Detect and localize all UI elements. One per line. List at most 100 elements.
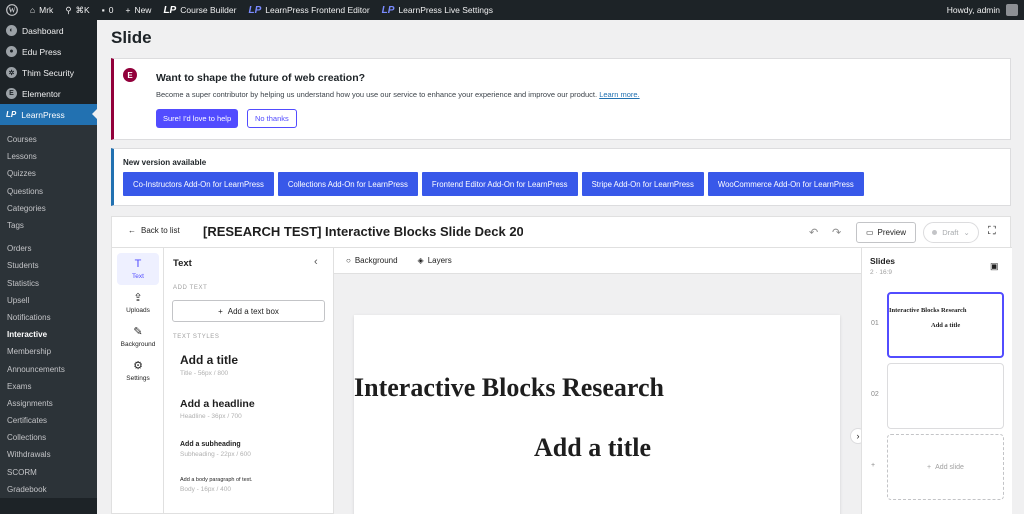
addon-woocommerce-button[interactable]: WooCommerce Add-On for LearnPress [707,172,864,196]
slide-thumbnail-1[interactable]: Interactive Blocks Research Add a title [887,292,1004,358]
admin-bar: W ⌂ Mrk ⚲ ⌘K ▪ 0 + New LP Course Builder… [0,0,1024,20]
page-title: Slide [111,28,152,47]
circle-icon: ○ [346,256,351,265]
canvas-area: ○ Background ◈ Layers Interactive Blocks… [334,248,866,514]
no-thanks-button[interactable]: No thanks [247,109,297,128]
course-builder-link[interactable]: LP Course Builder [157,0,242,20]
slide-number: + [871,462,876,469]
gear-icon: ✲ [6,67,17,78]
submenu-item-students[interactable]: Students [0,257,97,274]
sidebar-item-thim-security[interactable]: ✲ Thim Security [0,62,97,83]
sidebar-item-learnpress[interactable]: LP LearnPress [0,104,97,125]
addon-collections-button[interactable]: Collections Add-On for LearnPress [277,172,418,196]
slide-canvas[interactable]: Interactive Blocks Research Add a title [354,315,840,514]
sidebar-item-dashboard[interactable]: ◐ Dashboard [0,20,97,41]
slide-thumbnail-2[interactable] [887,363,1004,429]
submenu-item-statistics[interactable]: Statistics [0,275,97,292]
tool-text[interactable]: T Text [117,253,159,285]
style-headline[interactable]: Add a headline [180,398,255,410]
main-content: Slide E Want to shape the future of web … [97,20,1024,514]
submenu-item-quizzes[interactable]: Quizzes [0,165,97,182]
addon-stripe-button[interactable]: Stripe Add-On for LearnPress [581,172,704,196]
account-menu[interactable]: Howdy, admin [947,4,1024,16]
preview-button[interactable]: ▭ Preview [856,222,916,243]
submenu-item-withdrawals[interactable]: Withdrawals [0,446,97,463]
submenu-item-scorm[interactable]: SCORM [0,464,97,481]
submenu-item-courses[interactable]: Courses [0,131,97,148]
document-title[interactable]: [RESEARCH TEST] Interactive Blocks Slide… [203,224,523,239]
layers-button[interactable]: ◈ Layers [418,256,452,265]
style-title[interactable]: Add a title [180,353,238,367]
learnpress-logo-icon: LP [163,4,177,16]
style-meta: Headline - 36px / 700 [180,413,242,420]
redo-icon[interactable]: ↷ [832,226,841,239]
style-meta: Subheading - 22px / 600 [180,451,251,458]
upload-icon: ⇪ [133,291,143,304]
tool-background[interactable]: ✎ Background [117,321,159,353]
submenu-item-orders[interactable]: Orders [0,240,97,257]
submenu-item-upsell[interactable]: Upsell [0,292,97,309]
submenu-item-categories[interactable]: Categories [0,200,97,217]
style-subheading[interactable]: Add a subheading [180,441,241,448]
submenu-item-tags[interactable]: Tags [0,217,97,234]
live-settings-link[interactable]: LP LearnPress Live Settings [376,0,499,20]
back-to-list-button[interactable]: ← Back to list [128,226,180,235]
background-button[interactable]: ○ Background [346,256,398,265]
plus-icon: + [218,306,223,316]
slides-panel-toggle-icon[interactable]: ▣ [990,261,999,272]
comment-icon: ▪ [101,5,105,15]
sure-help-button[interactable]: Sure! I'd love to help [156,109,239,128]
tool-uploads[interactable]: ⇪ Uploads [117,287,159,319]
comments-link[interactable]: ▪ 0 [96,0,120,20]
slides-panel: Slides 2 · 16:9 ▣ 01 Interactive Blocks … [861,248,1012,514]
collapse-panel-icon[interactable]: ‹ [314,256,318,268]
command-palette-button[interactable]: ⚲ ⌘K [59,0,95,20]
add-slide-button[interactable]: + Add slide [887,434,1004,500]
style-body[interactable]: Add a body paragraph of text. [180,477,252,483]
learnpress-logo-icon: LP [248,4,262,16]
submenu-item-exams[interactable]: Exams [0,378,97,395]
slide-number: 01 [871,320,879,327]
learnpress-logo-icon: LP [6,110,17,119]
addon-frontend-editor-button[interactable]: Frontend Editor Add-On for LearnPress [421,172,578,196]
frontend-editor-link[interactable]: LP LearnPress Frontend Editor [242,0,375,20]
tool-rail: T Text ⇪ Uploads ✎ Background ⚙ Settings [112,248,164,514]
submenu-item-collections[interactable]: Collections [0,429,97,446]
addon-co-instructors-button[interactable]: Co-Instructors Add-On for LearnPress [123,172,274,196]
paint-icon: ✎ [133,325,143,338]
thumb-heading: Interactive Blocks Research [889,307,967,314]
new-content-menu[interactable]: + New [119,0,157,20]
learn-more-link[interactable]: Learn more. [599,90,639,99]
submenu-item-membership[interactable]: Membership [0,343,97,360]
admin-sidebar: ◐ Dashboard ● Edu Press ✲ Thim Security … [0,20,97,514]
wordpress-logo-icon[interactable]: W [0,0,24,20]
site-link[interactable]: ⌂ Mrk [24,0,59,20]
submenu-item-questions[interactable]: Questions [0,183,97,200]
submenu-item-certificates[interactable]: Certificates [0,412,97,429]
add-text-box-button[interactable]: + Add a text box [172,300,325,322]
fullscreen-icon[interactable]: ⛶ [988,225,996,238]
tool-settings[interactable]: ⚙ Settings [117,355,159,387]
slide-heading[interactable]: Interactive Blocks Research [354,373,664,403]
slides-meta: 2 · 16:9 [870,269,893,276]
submenu-item-assignments[interactable]: Assignments [0,395,97,412]
canvas-toolbar: ○ Background ◈ Layers [334,248,861,274]
arrow-left-icon: ← [128,226,136,235]
style-meta: Body - 16px / 400 [180,486,231,493]
submenu-item-announcements[interactable]: Announcements [0,360,97,377]
svg-text:W: W [9,7,16,15]
submenu-item-interactive[interactable]: Interactive [0,326,97,343]
sidebar-item-elementor[interactable]: E Elementor [0,83,97,104]
slide-title[interactable]: Add a title [534,433,651,463]
status-dropdown[interactable]: Draft ⌄ [923,222,979,243]
sidebar-item-edu-press[interactable]: ● Edu Press [0,41,97,62]
edu-press-icon: ● [6,46,17,57]
slide-number: 02 [871,391,879,398]
submenu-item-gradebook[interactable]: Gradebook [0,481,97,498]
undo-icon[interactable]: ↶ [809,226,818,239]
text-panel: Text ‹ ADD TEXT + Add a text box TEXT ST… [164,248,334,514]
submenu-item-lessons[interactable]: Lessons [0,148,97,165]
elementor-notice: E Want to shape the future of web creati… [111,58,1011,140]
learnpress-logo-icon: LP [381,4,395,16]
submenu-item-notifications[interactable]: Notifications [0,309,97,326]
